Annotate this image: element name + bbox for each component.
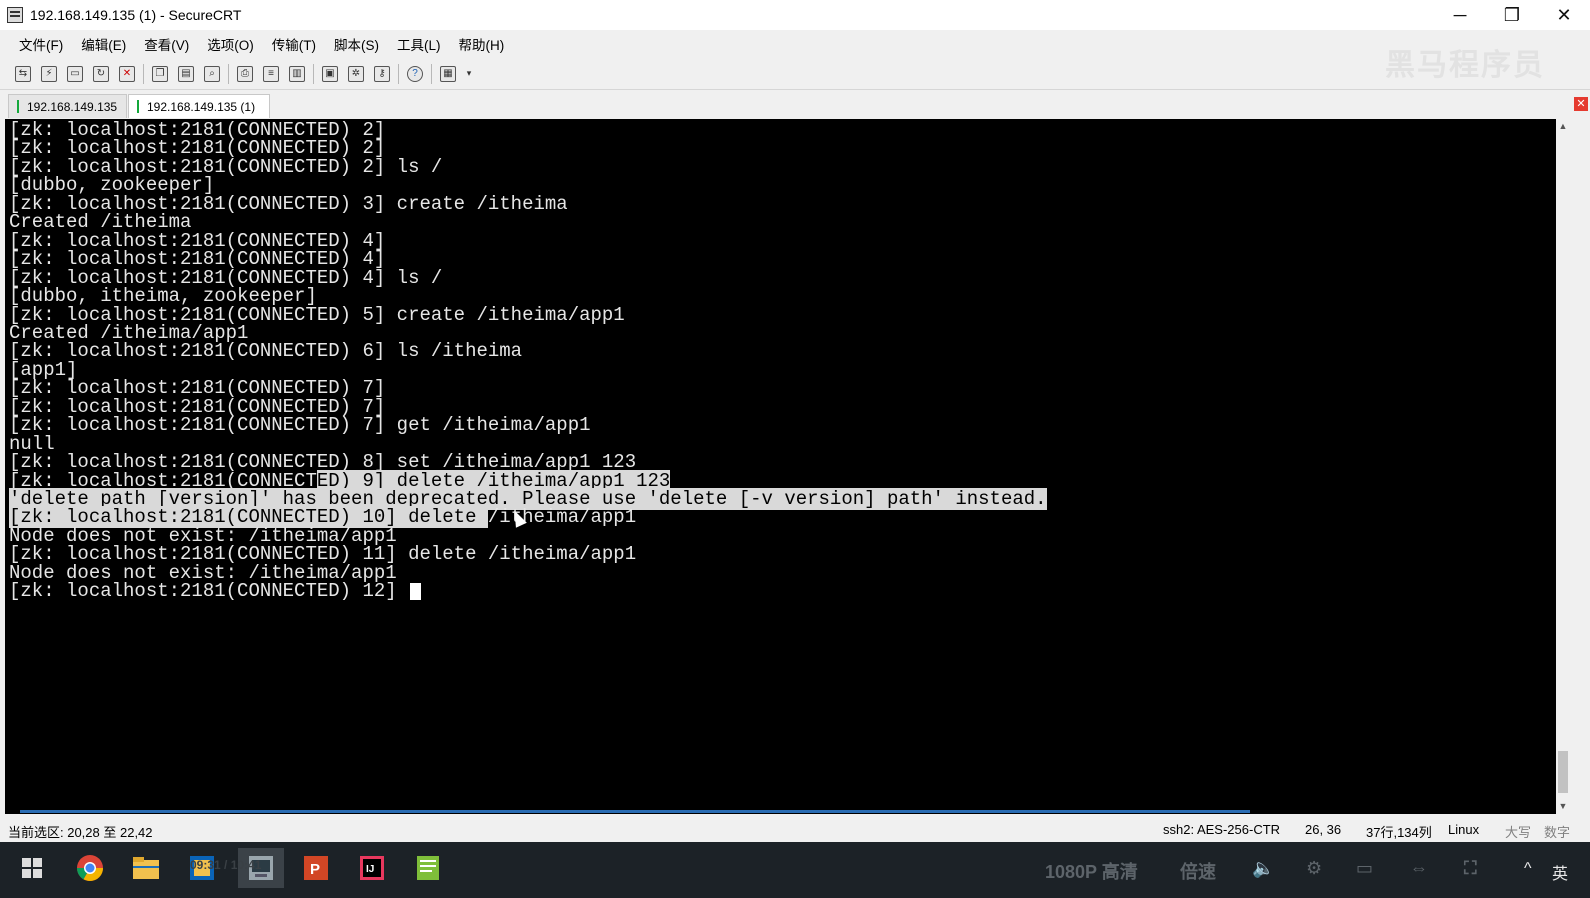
tab-session-2[interactable]: 192.168.149.135 (1) bbox=[128, 94, 270, 118]
tray-expand-icon[interactable]: ^ bbox=[1524, 860, 1532, 878]
windows-taskbar: P IJ 09:31 / 10:41 1080P 高清 倍速 🔈 ⚙ ▭ ⇔ ⛶… bbox=[0, 842, 1590, 898]
status-num-lock: 数字 bbox=[1544, 825, 1571, 840]
video-time: 09:31 / 10:41 bbox=[190, 858, 262, 872]
print-selection-icon[interactable]: ≡ bbox=[261, 64, 281, 84]
video-speed-button[interactable]: 倍速 bbox=[1180, 858, 1216, 884]
toolbar-overflow-icon[interactable]: ▾ bbox=[464, 64, 474, 84]
window-title: 192.168.149.135 (1) - SecureCRT bbox=[30, 7, 242, 23]
powerpoint-icon[interactable]: P bbox=[296, 848, 336, 888]
status-cursor-position: 26, 36 bbox=[1305, 822, 1342, 837]
toolbar: ⇆ ⚡ ▭ ↻ ✕ ❐ ▤ ⌕ ⎙ ≡ ▥ ▣ ✲ ⚷ ? ▦ ▾ bbox=[0, 58, 1590, 90]
menu-options[interactable]: 选项(O) bbox=[198, 34, 263, 54]
toolbar-separator bbox=[143, 63, 144, 84]
print-icon[interactable]: ⎙ bbox=[235, 64, 255, 84]
title-bar: 192.168.149.135 (1) - SecureCRT ─ ❐ ✕ bbox=[0, 0, 1590, 30]
menu-tools[interactable]: 工具(L) bbox=[388, 34, 450, 54]
windows-start-icon[interactable] bbox=[12, 848, 52, 888]
video-quality-button[interactable]: 1080P 高清 bbox=[1045, 858, 1138, 884]
connect-in-tab-icon[interactable]: ▭ bbox=[65, 64, 85, 84]
menu-help[interactable]: 帮助(H) bbox=[450, 34, 514, 54]
window-controls: ─ ❐ ✕ bbox=[1434, 0, 1590, 30]
terminal-text: [zk: localhost:2181(CONNECTED) 6] ls /it… bbox=[9, 340, 523, 363]
svg-text:IJ: IJ bbox=[366, 864, 374, 875]
status-cipher: ssh2: AES-256-CTR bbox=[1163, 822, 1281, 837]
connect-icon[interactable]: ⇆ bbox=[13, 64, 33, 84]
scroll-up-icon[interactable]: ▲ bbox=[1556, 119, 1570, 133]
watermark-logo: 黑马程序员 bbox=[1385, 49, 1545, 82]
tab-label: 192.168.149.135 bbox=[27, 99, 118, 114]
terminal-text: [zk: localhost:2181(CONNECTED) 7] get /i… bbox=[9, 414, 591, 437]
scroll-down-icon[interactable]: ▼ bbox=[1556, 799, 1570, 813]
chrome-icon[interactable] bbox=[70, 848, 110, 888]
connected-indicator bbox=[137, 100, 139, 113]
status-terminal-size: 37行,134列 bbox=[1366, 825, 1432, 840]
status-bar: 当前选区: 20,28 至 22,42 ssh2: AES-256-CTR 26… bbox=[0, 818, 1590, 842]
notepad-icon[interactable] bbox=[408, 848, 448, 888]
tab-session-1[interactable]: 192.168.149.135 bbox=[8, 94, 127, 118]
session-options-icon[interactable]: ▣ bbox=[320, 64, 340, 84]
terminal-line: [zk: localhost:2181(CONNECTED) 6] ls /it… bbox=[9, 342, 522, 361]
restore-button[interactable]: ❐ bbox=[1486, 0, 1538, 30]
sftp-icon[interactable]: ▦ bbox=[438, 64, 458, 84]
paste-icon[interactable]: ▤ bbox=[176, 64, 196, 84]
terminal-output[interactable]: [zk: localhost:2181(CONNECTED) 2] [zk: lo… bbox=[5, 119, 1556, 814]
volume-icon[interactable]: 🔈 bbox=[1252, 858, 1274, 879]
toolbar-separator bbox=[228, 63, 229, 84]
scrollbar-thumb[interactable] bbox=[1558, 751, 1568, 793]
status-os: Linux bbox=[1448, 822, 1480, 837]
terminal-line: [zk: localhost:2181(CONNECTED) 12] bbox=[9, 580, 422, 603]
quick-connect-icon[interactable]: ⚡ bbox=[39, 64, 59, 84]
close-tab-icon[interactable]: ✕ bbox=[1574, 97, 1588, 111]
menu-script[interactable]: 脚本(S) bbox=[325, 34, 388, 54]
help-icon[interactable]: ? bbox=[405, 64, 425, 84]
file-explorer-icon[interactable] bbox=[126, 848, 166, 888]
terminal-progress-bar bbox=[20, 810, 1250, 813]
find-icon[interactable]: ⌕ bbox=[202, 64, 222, 84]
minimize-button[interactable]: ─ bbox=[1434, 0, 1486, 30]
connected-indicator bbox=[17, 100, 19, 113]
status-caps-lock: 大写 bbox=[1505, 825, 1532, 840]
keymap-icon[interactable]: ⚷ bbox=[372, 64, 392, 84]
terminal-line: [zk: localhost:2181(CONNECTED) 7] get /i… bbox=[9, 416, 591, 435]
status-selection: 当前选区: 20,28 至 22,42 bbox=[8, 825, 153, 840]
toolbar-separator bbox=[431, 63, 432, 84]
reconnect-icon[interactable]: ↻ bbox=[91, 64, 111, 84]
toolbar-separator bbox=[398, 63, 399, 84]
terminal-text: [zk: localhost:2181(CONNECTED) 12] bbox=[9, 580, 409, 603]
close-button[interactable]: ✕ bbox=[1538, 0, 1590, 30]
print-setup-icon[interactable]: ▥ bbox=[287, 64, 307, 84]
input-method-indicator[interactable]: 英 bbox=[1552, 860, 1568, 884]
copy-icon[interactable]: ❐ bbox=[150, 64, 170, 84]
session-tab-bar: 192.168.149.135 192.168.149.135 (1) ✕ bbox=[0, 91, 1590, 119]
menu-file[interactable]: 文件(F) bbox=[10, 34, 72, 54]
global-options-icon[interactable]: ✲ bbox=[346, 64, 366, 84]
menu-edit[interactable]: 编辑(E) bbox=[72, 34, 135, 54]
settings-gear-icon[interactable]: ⚙ bbox=[1306, 858, 1322, 879]
window-mode-icon[interactable]: ▭ bbox=[1356, 858, 1373, 879]
toolbar-separator bbox=[313, 63, 314, 84]
terminal-cursor bbox=[410, 582, 422, 600]
intellij-icon[interactable]: IJ bbox=[352, 848, 392, 888]
tab-label: 192.168.149.135 (1) bbox=[147, 99, 256, 114]
svg-text:P: P bbox=[310, 861, 320, 878]
fullscreen-icon[interactable]: ⛶ bbox=[1464, 858, 1477, 879]
vertical-scrollbar[interactable]: ▲ ▼ bbox=[1556, 119, 1570, 814]
web-fullscreen-icon[interactable]: ⇔ bbox=[1410, 858, 1428, 879]
securecrt-app-icon[interactable] bbox=[7, 7, 23, 23]
menu-view[interactable]: 查看(V) bbox=[135, 34, 198, 54]
menu-transfer[interactable]: 传输(T) bbox=[263, 34, 325, 54]
disconnect-icon[interactable]: ✕ bbox=[117, 64, 137, 84]
menu-bar: 文件(F) 编辑(E) 查看(V) 选项(O) 传输(T) 脚本(S) 工具(L… bbox=[0, 30, 1590, 58]
